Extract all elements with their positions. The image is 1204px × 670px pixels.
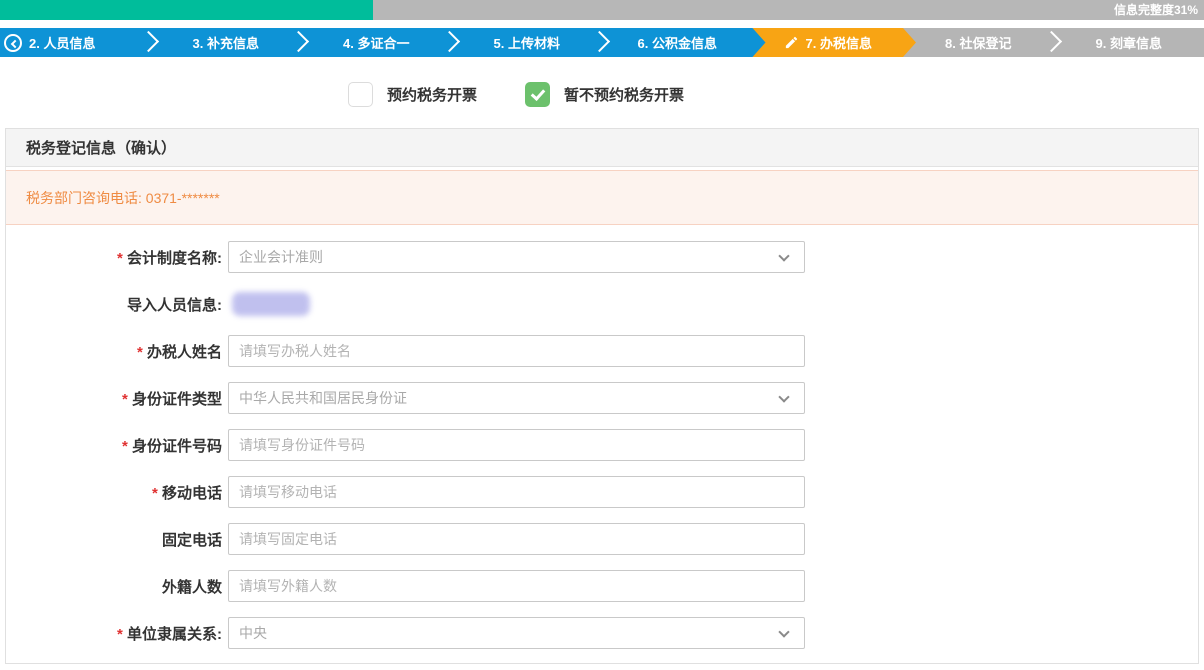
progress-fill bbox=[0, 0, 373, 20]
form-row-mobile-phone: 移动电话 bbox=[6, 476, 1198, 508]
field-label: 外籍人数 bbox=[6, 576, 228, 597]
check-icon bbox=[530, 85, 545, 100]
progress-label: 信息完整度31% bbox=[1114, 0, 1198, 20]
id-type-select[interactable]: 中华人民共和国居民身份证 bbox=[228, 382, 805, 414]
step-item-seal[interactable]: 9. 刻章信息 bbox=[1054, 28, 1204, 57]
step-item-tax-active[interactable]: 7. 办税信息 bbox=[753, 28, 904, 57]
option-no-reserve-invoice[interactable]: 暂不预约税务开票 bbox=[525, 82, 684, 107]
tax-form: 会计制度名称: 企业会计准则 导入人员信息: 办税人姓名 身份证件类型 中华人民… bbox=[6, 225, 1198, 649]
step-item-upload[interactable]: 5. 上传材料 bbox=[452, 28, 603, 57]
tax-registration-panel: 税务登记信息（确认） 税务部门咨询电话: 0371-******* 会计制度名称… bbox=[5, 128, 1199, 664]
field-label: 办税人姓名 bbox=[6, 341, 228, 362]
step-item-housing-fund[interactable]: 6. 公积金信息 bbox=[602, 28, 753, 57]
affiliation-select[interactable]: 中央 bbox=[228, 617, 805, 649]
landline-phone-input[interactable] bbox=[228, 523, 805, 555]
form-row-accounting-system: 会计制度名称: 企业会计准则 bbox=[6, 241, 1198, 273]
page: 信息完整度31% 2. 人员信息 3. 补充信息 4. 多证合一 5. 上传材料 bbox=[0, 0, 1204, 670]
tax-clerk-name-input[interactable] bbox=[228, 335, 805, 367]
progress-bar: 信息完整度31% bbox=[0, 0, 1204, 20]
field-label: 导入人员信息: bbox=[6, 294, 228, 315]
form-row-tax-clerk-name: 办税人姓名 bbox=[6, 335, 1198, 367]
panel-title: 税务登记信息（确认） bbox=[6, 129, 1198, 167]
invoice-options-row: 预约税务开票 暂不预约税务开票 bbox=[0, 82, 1118, 107]
field-label: 身份证件号码 bbox=[6, 435, 228, 456]
field-label: 固定电话 bbox=[6, 529, 228, 550]
foreigner-count-input[interactable] bbox=[228, 570, 805, 602]
tax-hotline-notice: 税务部门咨询电话: 0371-******* bbox=[6, 170, 1198, 225]
import-person-redacted-link[interactable] bbox=[232, 292, 310, 316]
field-label: 单位隶属关系: bbox=[6, 623, 228, 644]
form-row-foreigner-count: 外籍人数 bbox=[6, 570, 1198, 602]
step-item-supplement[interactable]: 3. 补充信息 bbox=[151, 28, 302, 57]
option-reserve-invoice[interactable]: 预约税务开票 bbox=[348, 82, 477, 107]
step-item-social-security[interactable]: 8. 社保登记 bbox=[903, 28, 1054, 57]
field-label: 会计制度名称: bbox=[6, 247, 228, 268]
accounting-system-select[interactable]: 企业会计准则 bbox=[228, 241, 805, 273]
form-row-id-type: 身份证件类型 中华人民共和国居民身份证 bbox=[6, 382, 1198, 414]
step-item-multicert[interactable]: 4. 多证合一 bbox=[301, 28, 452, 57]
checkbox-unchecked[interactable] bbox=[348, 82, 373, 107]
form-row-id-number: 身份证件号码 bbox=[6, 429, 1198, 461]
step-item-personnel[interactable]: 2. 人员信息 bbox=[0, 28, 151, 57]
form-row-landline-phone: 固定电话 bbox=[6, 523, 1198, 555]
mobile-phone-input[interactable] bbox=[228, 476, 805, 508]
chevron-down-icon bbox=[778, 626, 789, 637]
chevron-down-icon bbox=[778, 250, 789, 261]
field-label: 身份证件类型 bbox=[6, 388, 228, 409]
id-number-input[interactable] bbox=[228, 429, 805, 461]
form-row-affiliation: 单位隶属关系: 中央 bbox=[6, 617, 1198, 649]
chevron-down-icon bbox=[778, 391, 789, 402]
pencil-icon bbox=[784, 35, 799, 50]
back-arrow-icon[interactable] bbox=[4, 34, 22, 52]
field-label: 移动电话 bbox=[6, 482, 228, 503]
form-row-import-person: 导入人员信息: bbox=[6, 288, 1198, 320]
step-nav: 2. 人员信息 3. 补充信息 4. 多证合一 5. 上传材料 6. 公积金信息… bbox=[0, 28, 1204, 57]
checkbox-checked[interactable] bbox=[525, 82, 550, 107]
